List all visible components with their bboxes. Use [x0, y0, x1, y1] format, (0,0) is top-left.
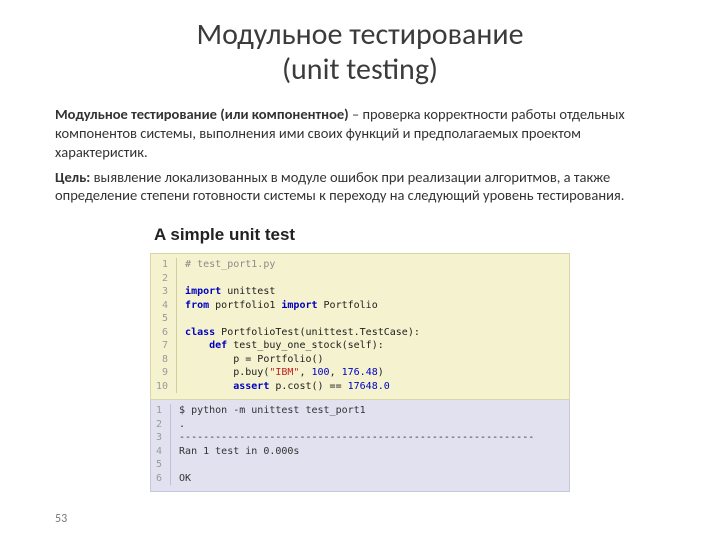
code-keyword: import [281, 300, 317, 311]
code-line-numbers: 1 2 3 4 5 6 7 8 9 10 [156, 258, 177, 393]
page-number: 53 [55, 512, 67, 526]
code-ident: Portfolio [318, 300, 378, 311]
goal-paragraph: Цель: выявление локализованных в модуле … [55, 168, 665, 206]
code-content: # test_port1.py import unittest from por… [177, 258, 420, 393]
slide: Модульное тестирование (unit testing) Мо… [0, 0, 720, 540]
output-line: . [179, 419, 185, 430]
output-line-numbers: 1 2 3 4 5 6 [156, 404, 171, 485]
code-keyword: import [185, 286, 221, 297]
code-comment: # test_port1.py [185, 259, 275, 270]
code-ident: p = Portfolio() [233, 354, 323, 365]
definition-paragraph: Модульное тестирование (или компонентное… [55, 105, 665, 162]
title-line-2: (unit testing) [282, 51, 438, 88]
title-line-1: Модульное тестирование [196, 16, 523, 53]
output-line: Ran 1 test in 0.000s [179, 446, 299, 457]
code-ident: ) [378, 367, 384, 378]
output-line: OK [179, 473, 191, 484]
code-number: 176.48 [342, 367, 378, 378]
output-line: ----------------------------------------… [179, 432, 534, 443]
unit-test-figure: A simple unit test 1 2 3 4 5 6 7 8 9 10 … [150, 219, 570, 492]
output-content: $ python -m unittest test_port1 . ------… [171, 404, 534, 485]
code-ident: PortfolioTest(unittest.TestCase): [215, 327, 420, 338]
code-ident: unittest [221, 286, 275, 297]
figure-heading: A simple unit test [150, 219, 570, 253]
code-keyword: from [185, 300, 209, 311]
code-ident: , [299, 367, 311, 378]
code-ident: portfolio1 [209, 300, 281, 311]
code-keyword: class [185, 327, 215, 338]
code-ident: p.buy( [233, 367, 269, 378]
goal-text: выявление локализованных в модуле ошибок… [55, 168, 624, 205]
slide-title: Модульное тестирование (unit testing) [55, 18, 665, 87]
code-ident: p.cost() == [269, 381, 347, 392]
code-keyword: def [209, 340, 227, 351]
goal-label: Цель: [55, 168, 90, 186]
code-number: 17648.0 [348, 381, 390, 392]
code-editor: 1 2 3 4 5 6 7 8 9 10 # test_port1.py imp… [150, 253, 570, 400]
code-ident: , [330, 367, 342, 378]
code-number: 100 [312, 367, 330, 378]
definition-term: Модульное тестирование (или компонентное… [55, 105, 349, 123]
output-line: $ python -m unittest test_port1 [179, 405, 366, 416]
code-string: "IBM" [269, 367, 299, 378]
code-ident: test_buy_one_stock(self): [227, 340, 384, 351]
terminal-output: 1 2 3 4 5 6 $ python -m unittest test_po… [150, 400, 570, 492]
code-keyword: assert [233, 381, 269, 392]
